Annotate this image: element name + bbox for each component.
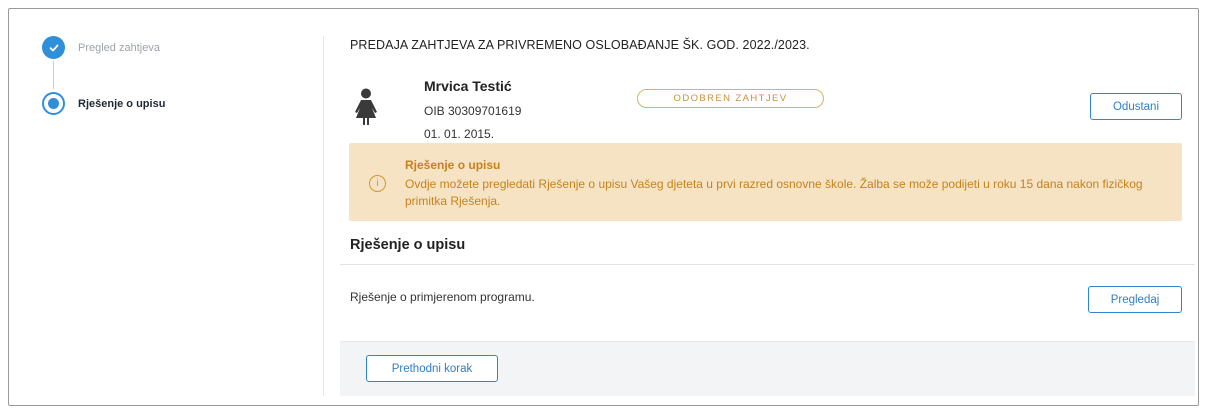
step-rjesenje-o-upisu[interactable]: Rješenje o upisu [42, 92, 165, 115]
section-title: Rješenje o upisu [350, 237, 466, 253]
step-connector [53, 61, 54, 89]
document-item-label: Rješenje o primjerenom programu. [350, 290, 535, 304]
page-title: PREDAJA ZAHTJEVA ZA PRIVREMENO OSLOBAĐAN… [350, 38, 810, 52]
notice-text: Ovdje možete pregledati Rješenje o upisu… [405, 177, 1143, 208]
info-notice: i Rješenje o upisu Ovdje možete pregleda… [349, 143, 1182, 221]
sidebar-divider [323, 36, 324, 396]
step-label: Pregled zahtjeva [78, 41, 160, 54]
previous-step-button[interactable]: Prethodni korak [366, 355, 498, 382]
info-icon: i [369, 175, 386, 192]
child-birth-date: 01. 01. 2015. [424, 127, 495, 141]
cancel-button[interactable]: Odustani [1090, 93, 1182, 120]
view-document-button[interactable]: Pregledaj [1088, 286, 1182, 313]
step-label: Rješenje o upisu [78, 97, 166, 110]
notice-title: Rješenje o upisu [405, 158, 501, 172]
section-divider [340, 264, 1195, 265]
status-badge: ODOBREN ZAHTJEV [637, 89, 824, 108]
step-pregled-zahtjeva[interactable]: Pregled zahtjeva [42, 36, 160, 59]
child-name: Mrvica Testić [424, 78, 512, 94]
check-icon [42, 36, 65, 59]
current-step-icon [42, 92, 65, 115]
child-icon [352, 88, 380, 131]
child-oib: OIB 30309701619 [424, 104, 522, 118]
